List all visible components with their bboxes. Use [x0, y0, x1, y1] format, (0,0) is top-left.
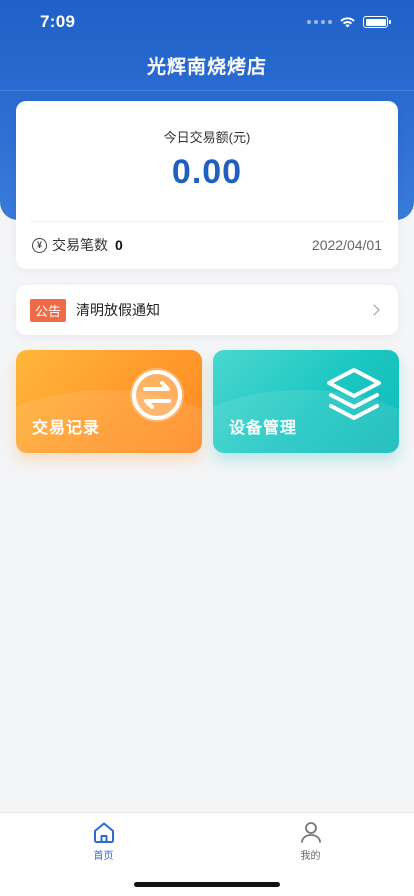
layers-icon: [327, 368, 381, 420]
notice-text: 清明放假通知: [76, 302, 161, 318]
chevron-right-icon: [368, 304, 380, 316]
daily-amount-label: 今日交易额(元): [163, 130, 251, 145]
home-icon: [93, 822, 114, 843]
exchange-icon: [130, 368, 184, 422]
status-bar: 7:09: [0, 0, 414, 44]
yuan-coin-icon: ¥: [32, 237, 47, 253]
daily-summary-card: 今日交易额(元) 0.00 ¥ 交易笔数 0 2022/04/01: [16, 101, 398, 269]
daily-amount-value: 0.00: [171, 153, 243, 191]
summary-footer: ¥ 交易笔数 0 2022/04/01: [32, 235, 382, 255]
transaction-count-label: 交易笔数: [52, 237, 108, 253]
status-time: 7:09: [40, 12, 76, 31]
tab-mine-label: 我的: [300, 851, 321, 862]
status-icons: [307, 16, 391, 28]
transaction-count-value: 0: [115, 237, 123, 253]
transaction-count: ¥ 交易笔数 0: [32, 235, 123, 255]
notice-badge: 公告: [30, 298, 67, 322]
device-management-button[interactable]: 设备管理: [213, 350, 399, 453]
divider: [30, 221, 384, 222]
home-indicator: [134, 882, 280, 887]
transaction-records-label: 交易记录: [32, 420, 101, 437]
page-title: 光辉南烧烤店: [146, 57, 267, 78]
signal-icon: [307, 20, 332, 24]
notice-bar[interactable]: 公告 清明放假通知: [16, 285, 398, 335]
device-management-label: 设备管理: [229, 420, 298, 437]
transaction-records-button[interactable]: 交易记录: [16, 350, 202, 453]
battery-icon: [363, 16, 391, 28]
user-icon: [300, 822, 321, 843]
tab-home-label: 首页: [93, 851, 114, 862]
summary-date: 2022/04/01: [311, 237, 382, 253]
wifi-icon: [340, 17, 355, 28]
